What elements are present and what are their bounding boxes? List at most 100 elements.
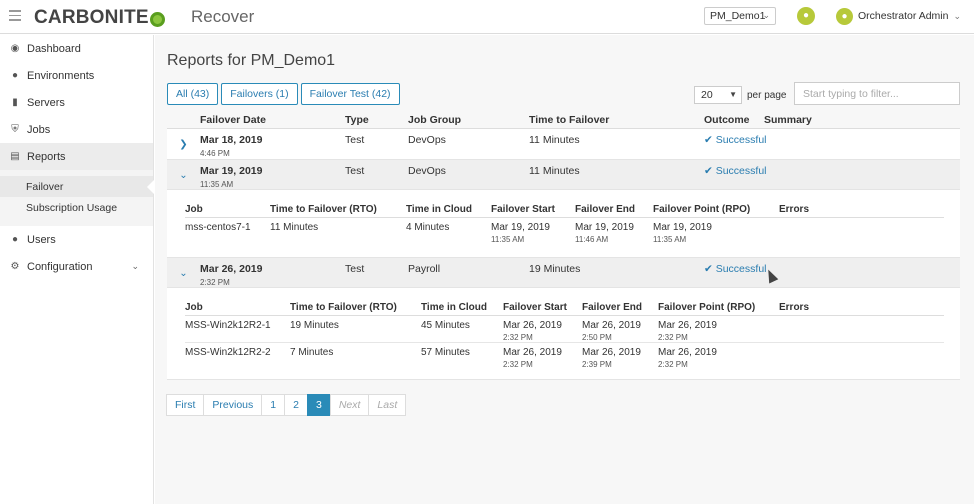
sidebar: ◉ Dashboard ● Environments ▮ Servers ⛨ J… <box>0 35 154 504</box>
chevron-down-icon[interactable]: ⌄ <box>167 160 200 181</box>
sidebar-item-users[interactable]: ● Users <box>0 226 153 253</box>
detail-end-date: Mar 26, 2019 <box>582 320 641 331</box>
detail-col-rpo: Failover Point (RPO) <box>658 302 756 313</box>
row-outcome[interactable]: ✔ Successful <box>704 160 767 177</box>
sidebar-subitem-subscription-usage[interactable]: Subscription Usage <box>0 197 153 218</box>
row-outcome[interactable]: ✔ Successful <box>704 129 767 146</box>
sidebar-subitem-label: Failover <box>26 180 64 193</box>
detail-start: Mar 19, 2019 11:35 AM <box>491 222 575 244</box>
logo-dot-icon <box>149 11 165 27</box>
shield-icon: ⛨ <box>11 124 19 135</box>
per-page-select[interactable]: 20 ▼ <box>694 86 742 104</box>
sidebar-item-label: Environments <box>27 69 95 82</box>
pager-last[interactable]: Last <box>368 394 407 416</box>
reports-table: Failover Date Type Job Group Time to Fai… <box>167 111 960 380</box>
table-row[interactable]: ❯ Mar 18, 2019 4:46 PM Test DevOps 11 Mi… <box>167 129 960 160</box>
detail-col-rto: Time to Failover (RTO) <box>290 302 397 313</box>
row-type: Test <box>345 165 365 177</box>
job-detail-table: Job Time to Failover (RTO) Time in Cloud… <box>167 288 960 380</box>
table-row[interactable]: ⌄ Mar 19, 2019 11:35 AM Test DevOps 11 M… <box>167 160 960 190</box>
table-row[interactable]: ⌄ Mar 26, 2019 2:32 PM Test Payroll 19 M… <box>167 258 960 288</box>
sidebar-subitem-label: Subscription Usage <box>26 201 118 214</box>
carbonite-logo[interactable]: CARBONITE <box>34 7 165 29</box>
detail-end: Mar 26, 2019 2:50 PM <box>582 320 658 342</box>
detail-rpo: Mar 26, 2019 2:32 PM <box>658 320 779 342</box>
detail-cloud: 57 Minutes <box>421 347 470 358</box>
tab-failover-test[interactable]: Failover Test (42) <box>300 83 400 105</box>
row-outcome-text: Successful <box>715 165 767 177</box>
user-menu[interactable]: ● Orchestrator Admin ⌄ <box>836 7 961 25</box>
row-job-group: DevOps <box>408 165 446 177</box>
row-time-to-failover: 19 Minutes <box>529 263 581 275</box>
pager-page-1[interactable]: 1 <box>261 394 286 416</box>
pager-page-2[interactable]: 2 <box>284 394 308 416</box>
sidebar-subitem-failover[interactable]: Failover <box>0 176 154 197</box>
detail-col-start: Failover Start <box>491 204 555 215</box>
detail-rto: 7 Minutes <box>290 347 334 358</box>
app-title: Recover <box>191 7 255 26</box>
detail-header: Job Time to Failover (RTO) Time in Cloud… <box>185 202 944 218</box>
col-header-summary[interactable]: Summary <box>764 114 854 126</box>
row-date: Mar 18, 2019 <box>200 134 263 146</box>
chevron-right-icon[interactable]: ❯ <box>167 129 200 150</box>
col-header-failover-date[interactable]: Failover Date <box>200 114 345 126</box>
row-time: 11:35 AM <box>200 180 234 189</box>
sidebar-item-dashboard[interactable]: ◉ Dashboard <box>0 35 153 62</box>
per-page-value: 20 <box>701 89 713 101</box>
row-date-cell: Mar 18, 2019 4:46 PM <box>200 129 345 158</box>
detail-end: Mar 26, 2019 2:39 PM <box>582 347 658 369</box>
chevron-down-icon: ⌄ <box>762 10 770 20</box>
chevron-down-icon[interactable]: ⌄ <box>167 258 200 279</box>
detail-rto: 19 Minutes <box>290 320 339 331</box>
detail-col-end: Failover End <box>582 302 643 313</box>
sidebar-item-reports[interactable]: ▤ Reports <box>0 143 153 170</box>
detail-col-job: Job <box>185 302 203 313</box>
top-bar: CARBONITE Recover PM_Demo1 ⌄ ● ● Orchest… <box>0 0 974 34</box>
detail-col-cloud: Time in Cloud <box>421 302 487 313</box>
col-header-time-to-failover[interactable]: Time to Failover <box>529 114 704 126</box>
sidebar-item-configuration[interactable]: ⚙ Configuration ⌄ <box>0 253 153 280</box>
hamburger-menu-icon[interactable] <box>9 10 21 22</box>
row-outcome[interactable]: ✔ Successful <box>704 258 767 275</box>
detail-start: Mar 26, 2019 2:32 PM <box>503 347 582 369</box>
filter-input[interactable] <box>794 82 960 105</box>
sidebar-item-jobs[interactable]: ⛨ Jobs <box>0 116 153 143</box>
reports-submenu: Failover Subscription Usage <box>0 170 154 226</box>
row-summary <box>764 258 854 263</box>
row-type: Test <box>345 134 365 146</box>
row-job-group: Payroll <box>408 263 441 275</box>
row-summary <box>764 129 854 134</box>
detail-start-date: Mar 19, 2019 <box>491 222 550 233</box>
tab-all[interactable]: All (43) <box>167 83 219 105</box>
row-time-to-failover: 11 Minutes <box>529 165 580 177</box>
pager-page-3[interactable]: 3 <box>306 394 331 416</box>
col-header-outcome[interactable]: Outcome <box>704 114 764 126</box>
pager-first[interactable]: First <box>166 394 205 416</box>
row-time: 2:32 PM <box>200 278 230 287</box>
tab-failovers[interactable]: Failovers (1) <box>221 83 298 105</box>
sidebar-item-label: Configuration <box>27 260 93 273</box>
row-time: 4:46 PM <box>200 149 230 158</box>
sidebar-item-label: Servers <box>27 96 65 109</box>
detail-errors <box>779 347 829 369</box>
row-date: Mar 19, 2019 <box>200 165 263 177</box>
sidebar-item-label: Reports <box>27 150 66 163</box>
environment-select[interactable]: PM_Demo1 ⌄ <box>704 7 776 25</box>
detail-end-time: 11:46 AM <box>575 235 609 244</box>
detail-rpo: Mar 19, 2019 11:35 AM <box>653 222 779 244</box>
caret-down-icon: ▼ <box>729 90 737 99</box>
detail-end-date: Mar 19, 2019 <box>575 222 634 233</box>
per-page-label: per page <box>747 90 787 101</box>
detail-errors <box>779 320 829 342</box>
sidebar-item-environments[interactable]: ● Environments <box>0 62 153 89</box>
col-header-job-group[interactable]: Job Group <box>408 114 529 126</box>
bell-icon[interactable]: ● <box>797 7 815 25</box>
pager-next[interactable]: Next <box>329 394 370 416</box>
sidebar-item-servers[interactable]: ▮ Servers <box>0 89 153 116</box>
globe-icon: ● <box>11 70 19 81</box>
row-time-to-failover: 11 Minutes <box>529 134 580 146</box>
main-content: Reports for PM_Demo1 All (43) Failovers … <box>155 35 974 504</box>
pager-previous[interactable]: Previous <box>203 394 263 416</box>
detail-rpo-time: 2:32 PM <box>658 360 688 369</box>
col-header-type[interactable]: Type <box>345 114 408 126</box>
